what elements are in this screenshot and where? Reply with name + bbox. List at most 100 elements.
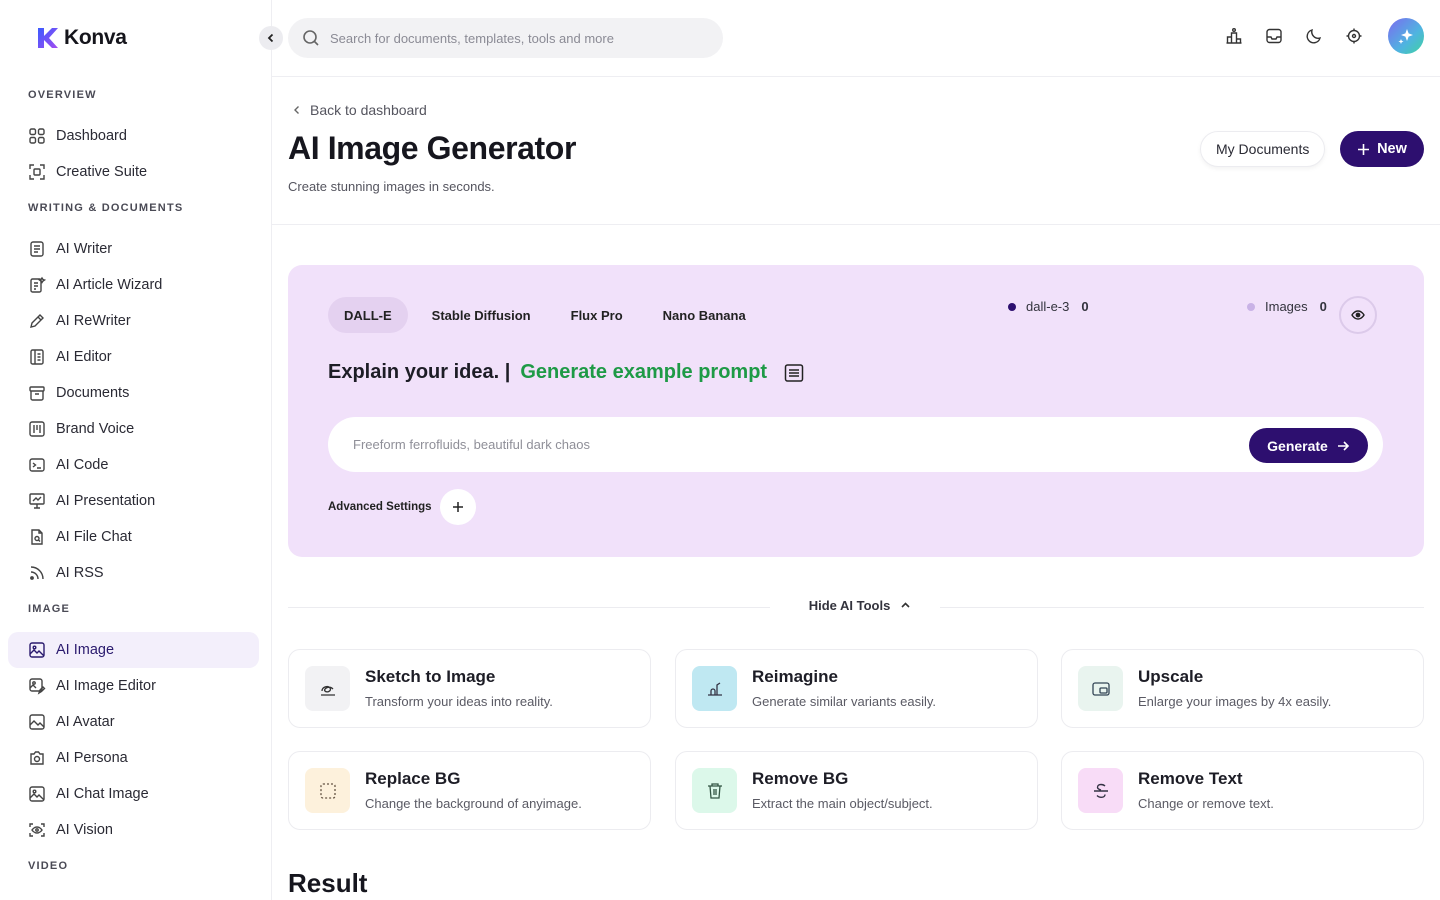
pen-icon	[30, 314, 44, 328]
sidebar-item-ai-code[interactable]: AI Code	[8, 447, 259, 483]
avatar-image-icon	[29, 714, 45, 730]
sidebar-item-ai-rss[interactable]: AI RSS	[8, 555, 259, 591]
prompt-input[interactable]	[353, 417, 1233, 472]
search-bar[interactable]	[288, 18, 723, 58]
sidebar-item-ai-avatar[interactable]: AI Avatar	[8, 704, 259, 740]
divider	[940, 607, 1424, 608]
brand-logo[interactable]: Konva	[36, 26, 127, 50]
tool-reimagine[interactable]: Reimagine Generate similar variants easi…	[675, 649, 1038, 728]
tool-title: Reimagine	[752, 667, 838, 686]
tab-flux-pro[interactable]: Flux Pro	[555, 297, 639, 333]
list-icon[interactable]	[783, 362, 805, 384]
status-dot	[1247, 302, 1255, 311]
plus-icon	[1358, 143, 1370, 155]
stat-label: dall-e-3	[1026, 299, 1070, 314]
sidebar-item-label: AI ReWriter	[56, 313, 131, 329]
tab-stable-diffusion[interactable]: Stable Diffusion	[416, 297, 547, 333]
page-subtitle: Create stunning images in seconds.	[288, 179, 495, 194]
prompt-box: Generate	[328, 417, 1383, 472]
sidebar-item-ai-image-editor[interactable]: AI Image Editor	[8, 668, 259, 704]
tool-upscale[interactable]: Upscale Enlarge your images by 4x easily…	[1061, 649, 1424, 728]
stat-count: 0	[1319, 299, 1327, 314]
brand-name: Konva	[64, 26, 127, 49]
tool-sketch-to-image[interactable]: Sketch to Image Transform your ideas int…	[288, 649, 651, 728]
sidebar-item-ai-vision[interactable]: AI Vision	[8, 812, 259, 848]
sidebar-item-ai-article-wizard[interactable]: AI Article Wizard	[8, 267, 259, 303]
new-button-label: New	[1377, 141, 1407, 157]
topbar	[272, 0, 1440, 77]
sidebar-item-label: AI Avatar	[56, 714, 115, 730]
sidebar-item-documents[interactable]: Documents	[8, 375, 259, 411]
tool-replace-bg[interactable]: Replace BG Change the background of anyi…	[288, 751, 651, 830]
affiliate-button[interactable]	[1224, 26, 1244, 46]
sidebar-item-label: Documents	[56, 385, 130, 401]
moon-icon	[1306, 28, 1322, 44]
chat-image-icon	[29, 786, 45, 802]
sidebar-item-ai-chat-image[interactable]: AI Chat Image	[8, 776, 259, 812]
generate-button-label: Generate	[1267, 437, 1328, 454]
sidebar-item-label: AI Presentation	[56, 493, 156, 509]
crosshair-icon	[1346, 28, 1362, 44]
focus-button[interactable]	[1344, 26, 1364, 46]
sidebar-item-ai-presentation[interactable]: AI Presentation	[8, 483, 259, 519]
tab-nano-banana[interactable]: Nano Banana	[647, 297, 762, 333]
advanced-settings-button[interactable]	[439, 489, 476, 525]
sketch-icon	[305, 666, 350, 711]
sidebar-collapse-button[interactable]	[259, 26, 283, 50]
sidebar-item-label: AI Vision	[56, 822, 113, 838]
replace-bg-icon	[305, 768, 350, 813]
tool-description: Generate similar variants easily.	[752, 694, 936, 709]
generate-button[interactable]: Generate	[1249, 428, 1368, 463]
sidebar-item-creative-suite[interactable]: Creative Suite	[8, 154, 259, 190]
sidebar-item-label: AI Persona	[56, 750, 128, 766]
sidebar-item-ai-image[interactable]: AI Image	[8, 632, 259, 668]
my-documents-button[interactable]: My Documents	[1200, 131, 1326, 167]
idea-label: Explain your idea. |	[328, 361, 511, 383]
inbox-button[interactable]	[1264, 26, 1284, 46]
images-credit-stat: Images 0	[1247, 299, 1327, 314]
sidebar-item-label: AI File Chat	[56, 529, 132, 545]
inbox-icon	[1266, 28, 1282, 44]
tool-title: Upscale	[1138, 667, 1204, 686]
search-input[interactable]	[330, 30, 700, 46]
user-avatar[interactable]	[1388, 18, 1424, 54]
sidebar-item-ai-file-chat[interactable]: AI File Chat	[8, 519, 259, 555]
sidebar-item-ai-writer[interactable]: AI Writer	[8, 231, 259, 267]
archive-icon	[29, 386, 45, 401]
sidebar-item-brand-voice[interactable]: Brand Voice	[8, 411, 259, 447]
sidebar-item-ai-editor[interactable]: AI Editor	[8, 339, 259, 375]
dark-mode-toggle[interactable]	[1304, 26, 1324, 46]
sidebar-item-dashboard[interactable]: Dashboard	[8, 118, 259, 154]
sidebar-item-label: AI Chat Image	[56, 786, 149, 802]
toggle-visibility-button[interactable]	[1339, 296, 1377, 334]
hide-ai-tools-label: Hide AI Tools	[808, 598, 891, 613]
topbar-actions	[1224, 18, 1424, 54]
tool-description: Extract the main object/subject.	[752, 796, 933, 811]
tool-remove-text[interactable]: Remove Text Change or remove text.	[1061, 751, 1424, 830]
section-image: IMAGE	[28, 603, 71, 615]
chevron-up-icon	[901, 602, 910, 608]
vision-icon	[29, 823, 45, 837]
sidebar-item-ai-rewriter[interactable]: AI ReWriter	[8, 303, 259, 339]
hide-ai-tools-toggle[interactable]: Hide AI Tools	[790, 598, 930, 613]
tool-remove-bg[interactable]: Remove BG Extract the main object/subjec…	[675, 751, 1038, 830]
status-dot	[1008, 302, 1016, 311]
new-button[interactable]: New	[1340, 131, 1424, 167]
grid-icon	[29, 128, 45, 144]
chevron-left-icon	[267, 33, 274, 43]
sidebar-item-ai-persona[interactable]: AI Persona	[8, 740, 259, 776]
model-tabs: DALL-E Stable Diffusion Flux Pro Nano Ba…	[328, 297, 762, 333]
tool-title: Sketch to Image	[365, 667, 496, 686]
back-link-label: Back to dashboard	[310, 102, 427, 118]
reimagine-icon	[692, 666, 737, 711]
terminal-icon	[29, 458, 45, 472]
brand-voice-icon	[29, 421, 45, 437]
image-icon	[29, 642, 45, 658]
tab-dall-e[interactable]: DALL-E	[328, 297, 408, 333]
back-to-dashboard-link[interactable]: Back to dashboard	[292, 102, 427, 118]
tool-title: Remove BG	[752, 769, 849, 788]
generate-example-prompt-link[interactable]: Generate example prompt	[520, 361, 767, 384]
plus-icon	[452, 502, 463, 512]
article-wizard-icon	[30, 276, 46, 293]
editor-icon	[30, 349, 44, 365]
